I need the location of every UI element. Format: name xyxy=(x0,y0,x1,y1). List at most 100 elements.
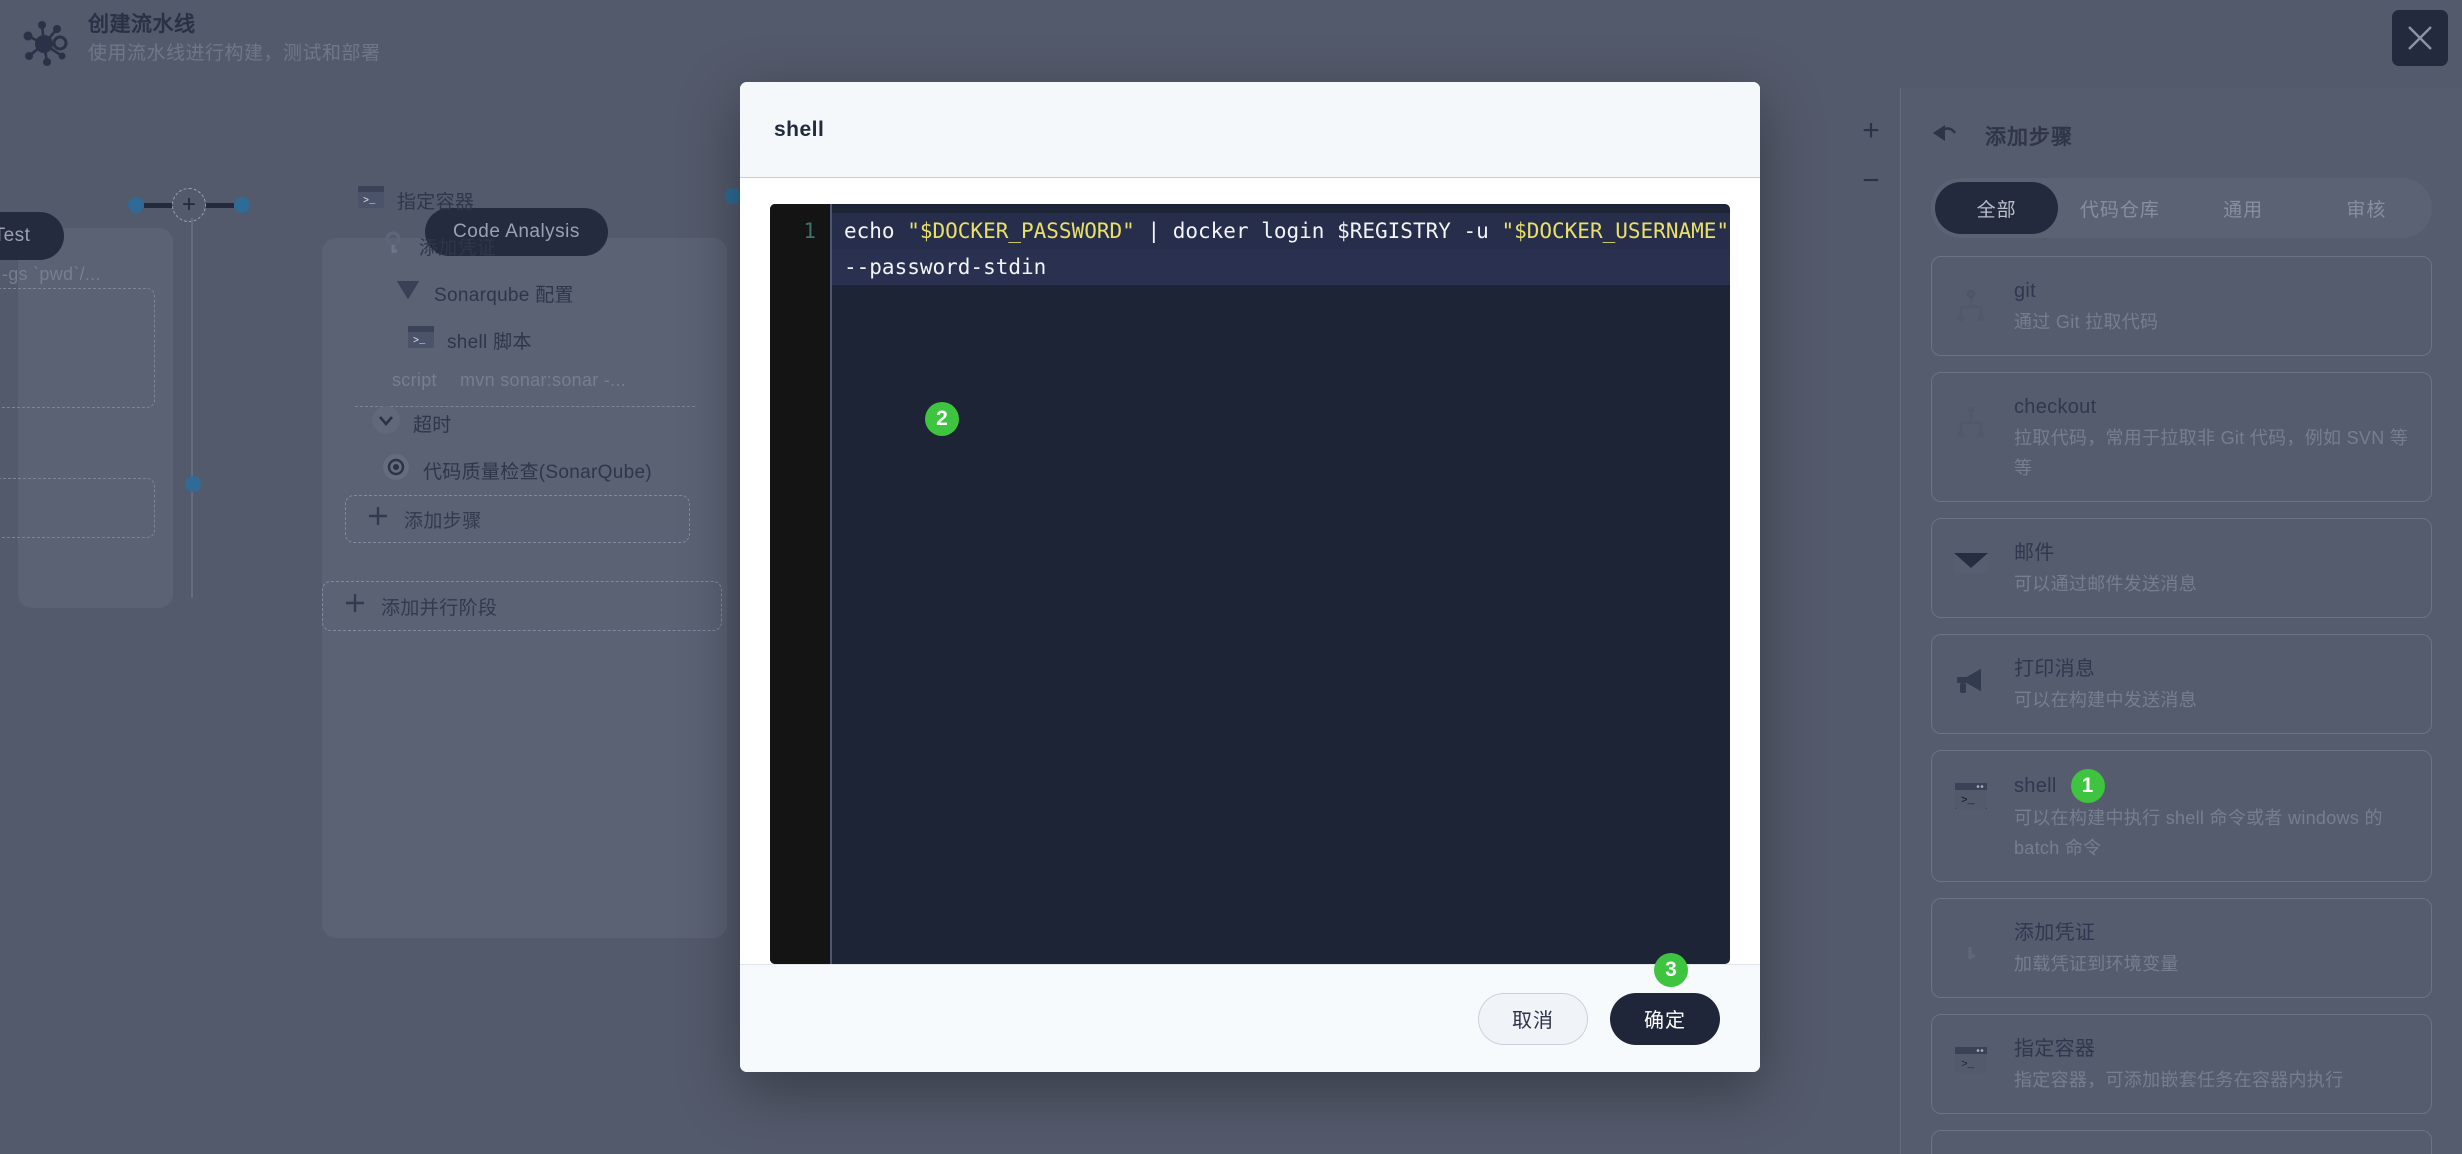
sidebar-title: 添加步骤 xyxy=(1985,126,2073,149)
list-item-container[interactable]: >_ 指定容器 指定容器，可添加嵌套任务在容器内执行 xyxy=(1931,1014,2432,1114)
step-name: shell 1 xyxy=(2014,769,2411,803)
step-name-text: 打印消息 xyxy=(2014,658,2096,680)
cancel-label: 取消 xyxy=(1512,1010,1554,1033)
test-add-step-box[interactable] xyxy=(0,478,155,538)
cancel-button[interactable]: 取消 xyxy=(1478,992,1588,1045)
step-row-credential[interactable]: 添加凭证 xyxy=(382,231,496,261)
modal-title: shell xyxy=(774,117,825,141)
list-item-email[interactable]: 邮件 可以通过邮件发送消息 xyxy=(1931,518,2432,618)
stage-pill-test[interactable]: Test xyxy=(0,212,64,260)
stage-pill-test-label: Test xyxy=(0,225,31,246)
step-name: 添加凭证 xyxy=(2014,917,2411,949)
step-name-text: 指定容器 xyxy=(2014,1038,2096,1060)
canvas-zoom-controls[interactable]: + − xyxy=(1842,116,1900,196)
connector-vertical-line xyxy=(191,218,193,598)
zoom-out-button[interactable]: − xyxy=(1862,166,1880,196)
step-row-container[interactable]: >_ 指定容器 xyxy=(358,186,474,214)
step-name: checkout xyxy=(2014,391,2411,423)
step-row-shell-script[interactable]: >_ shell 脚本 xyxy=(408,326,532,354)
modal-footer: 取消 确定 3 xyxy=(740,953,1760,1072)
tab-label: 代码仓库 xyxy=(2079,199,2160,221)
step-desc: 加载凭证到环境变量 xyxy=(2014,954,2179,974)
confirm-label: 确定 xyxy=(1644,1010,1686,1033)
list-item-add-credential[interactable]: 添加凭证 加载凭证到环境变量 xyxy=(1931,898,2432,998)
zoom-in-button[interactable]: + xyxy=(1862,116,1880,146)
plus-icon xyxy=(345,593,365,619)
add-parallel-stage-button[interactable]: 添加并行阶段 xyxy=(322,581,722,631)
step-name-text: 添加凭证 xyxy=(2014,922,2096,944)
code-content[interactable]: echo "$DOCKER_PASSWORD" | docker login $… xyxy=(830,213,1730,285)
back-arrow-icon[interactable] xyxy=(1931,123,1959,150)
shell-script-editor[interactable]: 1 echo "$DOCKER_PASSWORD" | docker login… xyxy=(770,204,1730,965)
shell-step-modal: shell 1 echo "$DOCKER_PASSWORD" | docker… xyxy=(740,82,1760,1072)
step-desc: 可以在构建中执行 shell 命令或者 windows 的 batch 命令 xyxy=(2014,808,2383,858)
terminal-icon: >_ xyxy=(408,326,434,354)
connector-dot-left xyxy=(128,197,144,213)
shield-icon xyxy=(395,278,421,308)
key-icon xyxy=(1952,917,1990,961)
list-item-git[interactable]: git 通过 Git 拉取代码 xyxy=(1931,256,2432,356)
step-label: 添加凭证 xyxy=(419,237,497,259)
step-name-text: shell xyxy=(2014,775,2057,797)
pipeline-network-icon xyxy=(12,12,76,76)
add-stage-node-button[interactable]: + xyxy=(172,188,206,222)
list-item-shell[interactable]: >_ >_ shell 1 可以在构建中执行 shell 命令或者 windows… xyxy=(1931,750,2432,882)
close-button[interactable] xyxy=(2392,10,2448,66)
step-row-sonarqube-config[interactable]: Sonarqube 配置 xyxy=(395,278,574,308)
code-token-string-username: "$DOCKER_USERNAME" xyxy=(1501,219,1730,244)
add-parallel-label: 添加并行阶段 xyxy=(381,597,498,619)
step-desc: 通过 Git 拉取代码 xyxy=(2014,312,2159,332)
step-catalog-list[interactable]: git 通过 Git 拉取代码 checkout 拉取代码，常用于拉取非 Git… xyxy=(1931,256,2432,1154)
step-name-text: git xyxy=(2014,280,2037,302)
list-item-checkout[interactable]: checkout 拉取代码，常用于拉取非 Git 代码，例如 SVN 等等 xyxy=(1931,372,2432,502)
code-token-middle: | docker login $REGISTRY -u xyxy=(1134,219,1502,244)
plus-icon xyxy=(368,506,388,532)
connector-dot-right xyxy=(234,197,250,213)
step-script-key: script xyxy=(392,370,437,390)
confirm-button[interactable]: 确定 xyxy=(1610,992,1720,1045)
step-row-quality-gate[interactable]: 代码质量检查(SonarQube) xyxy=(382,453,652,487)
add-step-button[interactable]: 添加步骤 xyxy=(345,495,690,543)
header-titles: 创建流水线 使用流水线进行构建，测试和部署 xyxy=(88,10,381,68)
step-desc: 指定容器，可添加嵌套任务在容器内执行 xyxy=(2014,1070,2344,1090)
tab-general[interactable]: 通用 xyxy=(2182,182,2305,234)
step-script-value: mvn sonar:sonar -... xyxy=(460,370,627,390)
step-name: 保存制品 xyxy=(2014,1149,2411,1154)
chevron-down-circle-icon xyxy=(372,406,400,440)
list-item-print-message[interactable]: 打印消息 可以在构建中发送消息 xyxy=(1931,634,2432,734)
list-item-save-artifact[interactable]: 保存制品 xyxy=(1931,1130,2432,1154)
step-name: 邮件 xyxy=(2014,537,2411,569)
svg-text:>_: >_ xyxy=(363,196,376,207)
editor-gutter-separator xyxy=(830,204,832,965)
step-name: 指定容器 xyxy=(2014,1033,2411,1065)
tab-review[interactable]: 审核 xyxy=(2305,182,2428,234)
step-badge: 1 xyxy=(2070,769,2105,803)
step-label: shell 脚本 xyxy=(447,331,532,353)
step-name-text: 保存制品 xyxy=(2014,1149,2095,1154)
svg-text:>_: >_ xyxy=(413,336,426,347)
test-script-preview: -o -gs `pwd`/... xyxy=(0,264,101,284)
tab-repos[interactable]: 代码仓库 xyxy=(2058,182,2181,234)
svg-text:>_: >_ xyxy=(1961,795,1975,807)
stage-connector[interactable]: + xyxy=(128,188,250,222)
step-label: 指定容器 xyxy=(397,191,475,213)
connector-dot-bottom xyxy=(185,476,201,492)
tab-all[interactable]: 全部 xyxy=(1935,182,2059,234)
step-name: git xyxy=(2014,275,2411,307)
editor-code-area[interactable]: echo "$DOCKER_PASSWORD" | docker login $… xyxy=(830,204,1730,964)
top-bar: 创建流水线 使用流水线进行构建，测试和部署 xyxy=(0,0,2462,88)
step-desc: 拉取代码，常用于拉取非 Git 代码，例如 SVN 等等 xyxy=(2014,428,2409,478)
sidebar-tabs[interactable]: 全部 代码仓库 通用 审核 xyxy=(1931,178,2432,238)
add-step-sidebar: 添加步骤 全部 代码仓库 通用 审核 git 通过 Git 拉取代码 check… xyxy=(1900,88,2462,1154)
target-icon xyxy=(382,453,410,487)
svg-text:>_: >_ xyxy=(1961,1059,1975,1071)
tab-label: 全部 xyxy=(1976,199,2017,221)
page-title: 创建流水线 xyxy=(88,13,196,36)
megaphone-icon xyxy=(1952,653,1990,695)
step-row-timeout[interactable]: 超时 xyxy=(372,406,452,440)
step-label: 代码质量检查(SonarQube) xyxy=(423,461,652,483)
step-name-text: 邮件 xyxy=(2014,542,2055,564)
git-branch-icon xyxy=(1952,391,1990,439)
stage-card-test[interactable] xyxy=(18,228,173,608)
step-label: Sonarqube 配置 xyxy=(434,284,574,306)
